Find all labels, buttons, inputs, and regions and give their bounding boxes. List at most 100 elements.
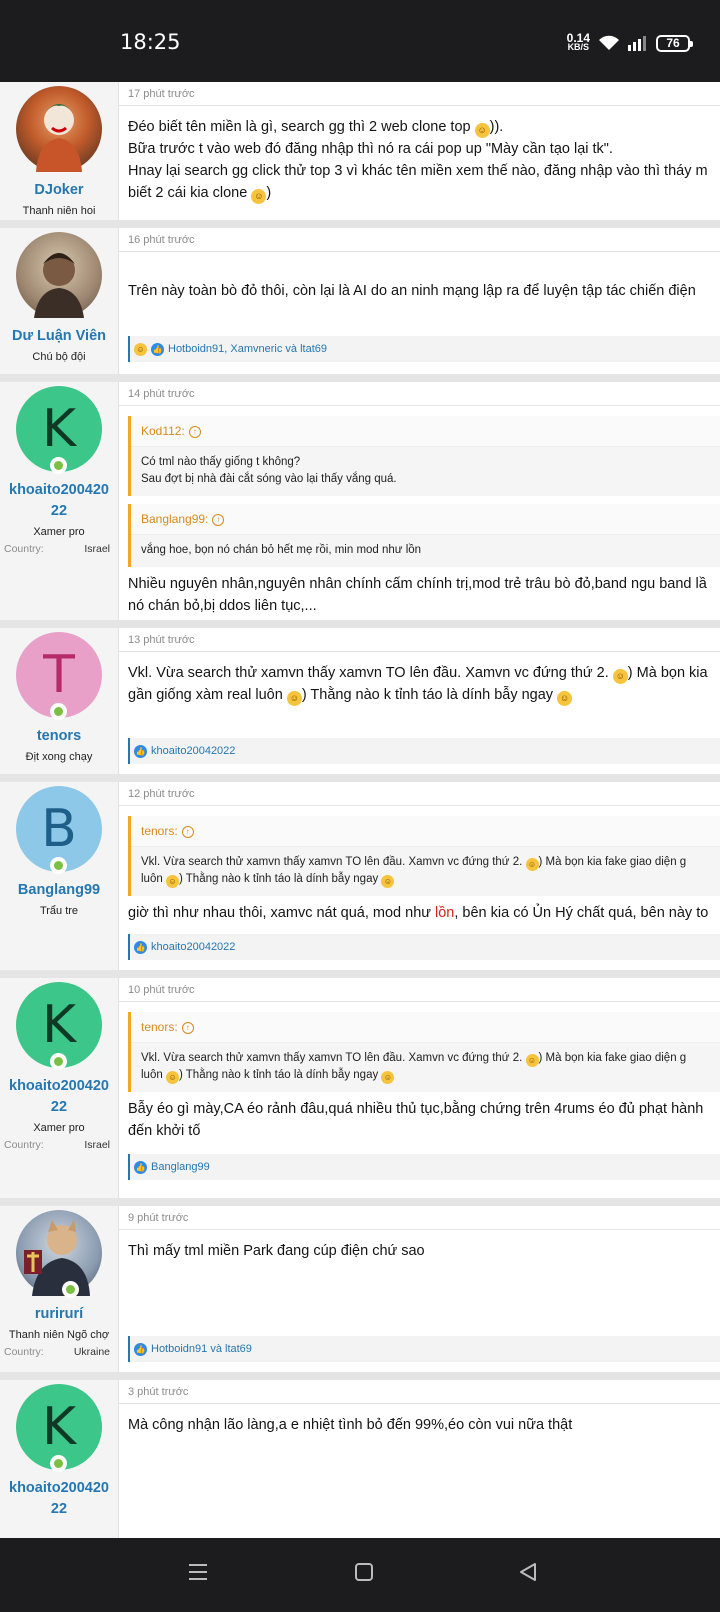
post-body: 3 phút trước Mà công nhận lão làng,a e n… <box>118 1380 720 1538</box>
wifi-icon <box>599 35 619 50</box>
go-to-quote-icon[interactable]: ↑ <box>181 825 194 838</box>
post-time[interactable]: 13 phút trước <box>119 628 720 652</box>
go-to-quote-icon[interactable]: ↑ <box>181 1021 194 1034</box>
battery-icon: 76 <box>656 34 693 52</box>
signal-icon <box>628 35 646 51</box>
post: B Banglang99 Trẩu tre 12 phút trước teno… <box>0 782 720 970</box>
go-to-quote-icon[interactable]: ↑ <box>188 425 201 438</box>
quote-block: tenors: ↑ Vkl. Vừa search thử xamvn thấy … <box>128 816 720 896</box>
avatar[interactable]: K <box>16 386 102 474</box>
reactions-bar[interactable]: ☺ 👍 Hotboidn91, Xamvneric và ltat69 <box>128 336 720 362</box>
post-body: 16 phút trước Trên này toàn bò đỏ thôi, … <box>118 228 720 374</box>
user-title: Địt xong chạy <box>25 751 93 763</box>
flag-image: Israel <box>84 1139 110 1151</box>
post-time[interactable]: 14 phút trước <box>119 382 720 406</box>
post-message: Trên này toàn bò đỏ thôi, còn lại là AI … <box>128 283 696 299</box>
go-to-quote-icon[interactable]: ↑ <box>212 513 225 526</box>
post-message: giờ thì như nhau thôi, xamvc nát quá, mo… <box>128 905 709 921</box>
laugh-emoji-icon: ☺ <box>165 875 179 888</box>
post-time[interactable]: 3 phút trước <box>119 1380 720 1404</box>
username[interactable]: khoaito200420 22 <box>0 1478 118 1520</box>
quote-block: tenors: ↑ Vkl. Vừa search thử xamvn thấy … <box>128 1012 720 1092</box>
username[interactable]: tenors <box>0 726 118 747</box>
online-indicator <box>50 857 67 874</box>
user-title: Trẩu tre <box>39 905 79 917</box>
quote-text: Có tml nào thấy giống t không? Sau đợt bị… <box>141 456 397 485</box>
quote-author[interactable]: Banglang99: ↑ <box>131 504 720 535</box>
laugh-emoji-icon: ☺ <box>381 1071 395 1084</box>
laugh-emoji-icon: ☺ <box>381 875 395 888</box>
post-time[interactable]: 12 phút trước <box>119 782 720 806</box>
username[interactable]: Dư Luận Viên <box>0 326 118 347</box>
post-body: 9 phút trước Thì mấy tml miền Park đang … <box>118 1206 720 1372</box>
cat-in-suit-photo-icon <box>24 1220 90 1296</box>
haha-reaction-icon: ☺ <box>134 342 147 356</box>
post: rurirurí Thanh niên Ngõ chợ Country: Ukra… <box>0 1206 720 1372</box>
reactions-bar[interactable]: 👍 Hotboidn91 và ltat69 <box>128 1336 720 1362</box>
post-time[interactable]: 16 phút trước <box>119 228 720 252</box>
joker-photo-icon <box>36 104 82 172</box>
user-country: Country: Ukraine <box>4 1346 110 1358</box>
username[interactable]: khoaito200420 22 <box>0 480 118 522</box>
flag-image: Israel <box>84 543 110 555</box>
quote-text: vắng hoe, bọn nó chán bỏ hết mẹ rồi, min… <box>141 544 422 556</box>
network-speed: 0.14 KB/S <box>566 31 590 52</box>
user-country: Country: Israel <box>4 1139 110 1151</box>
post-body: 10 phút trước tenors: ↑ Vkl. Vừa search t… <box>118 978 720 1198</box>
post-message: Nhiều nguyên nhân,nguyên nhân chính cấm … <box>128 576 707 614</box>
reactions-bar[interactable]: 👍 khoaito20042022 <box>128 934 720 960</box>
username[interactable]: DJoker <box>0 180 118 201</box>
quote-author[interactable]: tenors: ↑ <box>131 816 720 847</box>
user-title: Xamer pro <box>33 526 85 538</box>
quote-author[interactable]: Kod112: ↑ <box>131 416 720 447</box>
like-reaction-icon: 👍 <box>134 1342 147 1356</box>
post-body: 17 phút trước Đéo biết tên miền là gì, s… <box>118 82 720 220</box>
avatar[interactable]: K <box>16 1384 102 1472</box>
post-message: Mà công nhận lão làng,a e nhiệt tình bỏ … <box>128 1417 573 1433</box>
laugh-emoji-icon: ☺ <box>612 669 628 684</box>
post-time[interactable]: 10 phút trước <box>119 978 720 1002</box>
username[interactable]: Banglang99 <box>0 880 118 901</box>
user-title: Thanh niên hoi <box>22 205 96 217</box>
post-author-panel: K khoaito200420 22 Xamer pro Country: Isra… <box>0 382 118 620</box>
online-indicator <box>50 703 67 720</box>
laugh-emoji-icon: ☺ <box>474 123 490 138</box>
laugh-emoji-icon: ☺ <box>165 1071 179 1084</box>
post-author-panel: K khoaito200420 22 Xamer pro Country: Isra… <box>0 978 118 1198</box>
avatar[interactable] <box>16 1210 102 1298</box>
avatar[interactable] <box>16 232 102 318</box>
post-time[interactable]: 17 phút trước <box>119 82 720 106</box>
avatar[interactable] <box>16 86 102 172</box>
post-body: 13 phút trước Vkl. Vừa search thử xamvn … <box>118 628 720 774</box>
user-country: Country: Israel <box>4 543 110 555</box>
quote-author[interactable]: tenors: ↑ <box>131 1012 720 1043</box>
avatar[interactable]: K <box>16 982 102 1070</box>
post-message: Thì mấy tml miền Park đang cúp điện chứ … <box>128 1243 425 1259</box>
quote-text: Vkl. Vừa search thử xamvn thấy xamvn TO … <box>141 856 687 888</box>
post: K khoaito200420 22 3 phút trước Mà công n… <box>0 1380 720 1538</box>
username[interactable]: khoaito200420 22 <box>0 1076 118 1118</box>
post-author-panel: Dư Luận Viên Chú bộ đội <box>0 228 118 374</box>
post-time[interactable]: 9 phút trước <box>119 1206 720 1230</box>
user-title: Thanh niên Ngõ chợ <box>8 1329 110 1341</box>
avatar[interactable]: T <box>16 632 102 720</box>
post: K khoaito200420 22 Xamer pro Country: Isra… <box>0 978 720 1198</box>
online-indicator <box>50 1455 67 1472</box>
thread-content[interactable]: DJoker Thanh niên hoi 17 phút trước Đéo … <box>0 82 720 1538</box>
post: Dư Luận Viên Chú bộ đội 16 phút trước Tr… <box>0 228 720 374</box>
online-indicator <box>62 1281 79 1298</box>
back-button[interactable] <box>516 1560 540 1584</box>
home-button[interactable] <box>352 1560 376 1584</box>
post-message: Bẫy éo gì mày,CA éo rảnh đâu,quá nhiều t… <box>128 1101 704 1139</box>
post-message: Vkl. Vừa search thử xamvn thấy xamvn TO … <box>119 652 720 706</box>
reactions-bar[interactable]: 👍 Banglang99 <box>128 1154 720 1180</box>
clock: 18:25 <box>120 30 181 54</box>
post-author-panel: K khoaito200420 22 <box>0 1380 118 1538</box>
post-author-panel: T tenors Địt xong chạy <box>0 628 118 774</box>
avatar[interactable]: B <box>16 786 102 874</box>
post: DJoker Thanh niên hoi 17 phút trước Đéo … <box>0 82 720 220</box>
reactions-bar[interactable]: 👍 khoaito20042022 <box>128 738 720 764</box>
post-author-panel: rurirurí Thanh niên Ngõ chợ Country: Ukra… <box>0 1206 118 1372</box>
recent-apps-button[interactable] <box>186 1560 210 1584</box>
username[interactable]: rurirurí <box>0 1304 118 1325</box>
